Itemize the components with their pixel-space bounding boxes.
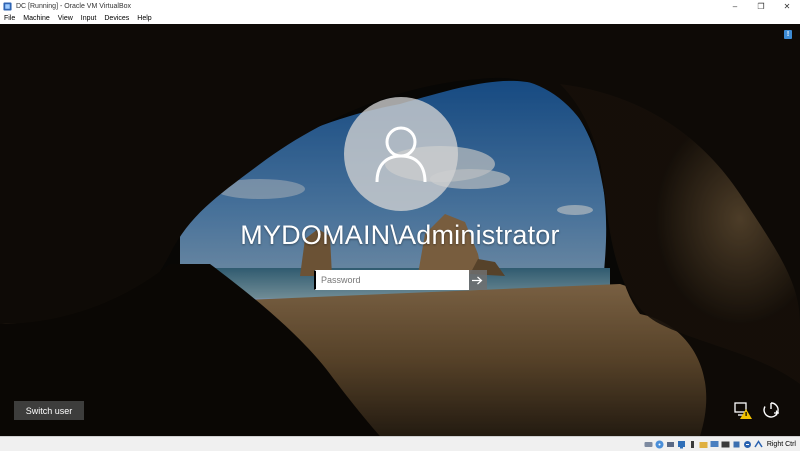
username-label: MYDOMAIN\Administrator [240,220,560,250]
user-avatar [344,97,458,211]
menu-bar: File Machine View Input Devices Help [0,13,800,24]
close-button[interactable]: ✕ [774,0,800,13]
audio-icon[interactable] [666,440,675,449]
optical-drive-icon[interactable] [655,440,664,449]
menu-file[interactable]: File [0,15,19,22]
menu-devices[interactable]: Devices [100,15,133,22]
menu-machine[interactable]: Machine [19,15,53,22]
menu-view[interactable]: View [54,15,77,22]
power-accessibility-icon[interactable] [761,400,781,420]
display-icon[interactable] [710,440,719,449]
cpu-icon[interactable] [732,440,741,449]
hard-disk-icon[interactable] [644,440,653,449]
shared-folders-icon[interactable] [699,440,708,449]
password-input[interactable] [314,270,469,290]
menu-input[interactable]: Input [77,15,101,22]
network-icon[interactable] [677,440,686,449]
user-icon [375,126,427,183]
virtualbox-icon [3,2,12,11]
maximize-button[interactable]: ❐ [748,0,774,13]
status-bar: Right Ctrl [0,436,800,451]
submit-arrow-button[interactable] [468,270,487,290]
switch-user-button[interactable]: Switch user [14,401,84,420]
mouse-integration-icon[interactable] [743,440,752,449]
password-box [314,270,487,290]
menu-help[interactable]: Help [133,15,155,22]
window-title: DC [Running] - Oracle VM VirtualBox [16,3,132,10]
arrow-right-icon [472,276,483,284]
host-key-icon[interactable] [754,439,763,449]
info-icon[interactable]: ! [784,30,792,39]
title-bar: DC [Running] - Oracle VM VirtualBox – ❐ … [0,0,800,13]
network-warning-icon[interactable] [733,400,753,420]
host-key-label: Right Ctrl [766,440,796,448]
vm-display[interactable]: ! MYDOMAIN\Administrator Switch user [0,24,800,436]
minimize-button[interactable]: – [722,0,748,13]
video-capture-icon[interactable] [721,440,730,449]
usb-icon[interactable] [688,440,697,449]
